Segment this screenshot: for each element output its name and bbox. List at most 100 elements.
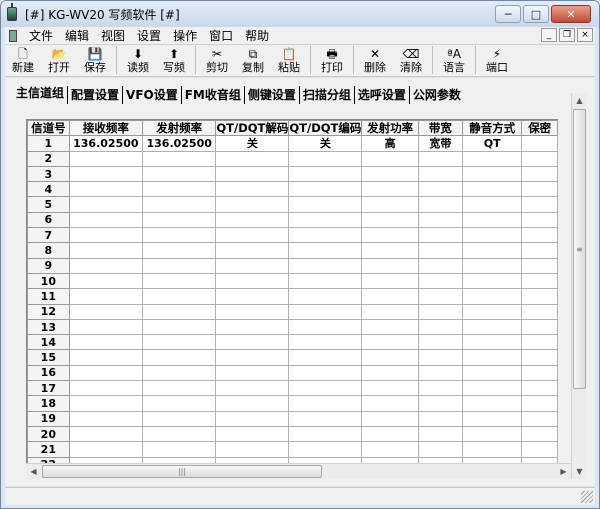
table-row[interactable]: 5 xyxy=(27,196,558,213)
grid-cell[interactable] xyxy=(215,349,290,366)
grid-cell[interactable] xyxy=(462,242,523,259)
grid-cell[interactable] xyxy=(142,196,217,213)
tab[interactable]: 选呼设置 xyxy=(353,86,409,104)
grid-cell[interactable] xyxy=(288,425,363,443)
grid-cell[interactable] xyxy=(361,181,419,198)
grid-cell[interactable] xyxy=(288,242,363,259)
menu-item[interactable]: 设置 xyxy=(131,27,167,44)
column-header[interactable]: 带宽 xyxy=(417,120,464,137)
grid-cell[interactable] xyxy=(462,227,523,244)
grid-cell[interactable] xyxy=(215,272,290,290)
grid-cell[interactable] xyxy=(142,318,217,336)
grid-cell[interactable]: 高 xyxy=(361,135,419,152)
grid-cell[interactable] xyxy=(142,211,217,229)
grid-cell[interactable] xyxy=(215,334,290,351)
grid-cell[interactable] xyxy=(215,410,290,427)
grid-cell[interactable] xyxy=(417,303,464,320)
grid-cell[interactable] xyxy=(361,211,419,229)
grid-cell[interactable] xyxy=(288,150,363,167)
grid-cell[interactable] xyxy=(288,334,363,351)
grid-cell[interactable] xyxy=(521,364,558,382)
grid-cell[interactable] xyxy=(361,227,419,244)
table-row[interactable]: 12 xyxy=(27,303,558,320)
grid-cell[interactable] xyxy=(521,395,558,412)
table-row[interactable]: 17 xyxy=(27,380,558,397)
grid-cell[interactable] xyxy=(417,364,464,382)
grid-cell[interactable] xyxy=(215,364,290,382)
scroll-left-arrow-icon[interactable]: ◀ xyxy=(26,464,41,479)
grid-cell[interactable] xyxy=(68,303,144,320)
table-row[interactable]: 2 xyxy=(27,150,558,167)
grid-cell[interactable] xyxy=(68,318,144,336)
grid-cell[interactable] xyxy=(142,165,217,183)
minimize-button[interactable]: ─ xyxy=(495,5,521,23)
grid-cell[interactable]: 关 xyxy=(215,135,290,152)
toolbar-button[interactable]: 🖶 打印 xyxy=(314,45,350,75)
toolbar-button[interactable]: 💾 保存 xyxy=(77,45,113,75)
grid-cell[interactable] xyxy=(361,288,419,305)
grid-cell[interactable] xyxy=(68,211,144,229)
grid-cell[interactable] xyxy=(142,257,217,274)
grid-cell[interactable] xyxy=(142,425,217,443)
grid-cell[interactable] xyxy=(215,227,290,244)
grid-cell[interactable] xyxy=(215,425,290,443)
grid-cell[interactable] xyxy=(521,425,558,443)
grid-cell[interactable] xyxy=(215,165,290,183)
toolbar-button[interactable]: 🗋 新建 xyxy=(5,45,41,75)
grid-cell[interactable] xyxy=(288,318,363,336)
grid-cell[interactable] xyxy=(288,227,363,244)
grid-cell[interactable] xyxy=(68,441,144,458)
grid-cell[interactable] xyxy=(142,288,217,305)
grid-cell[interactable] xyxy=(462,380,523,397)
grid-cell[interactable] xyxy=(361,380,419,397)
grid-cell[interactable] xyxy=(68,395,144,412)
grid-cell[interactable] xyxy=(215,441,290,458)
tab[interactable]: FM收音组 xyxy=(180,86,244,104)
grid-cell[interactable] xyxy=(417,196,464,213)
tab[interactable]: 主信道组 xyxy=(13,82,67,104)
grid-cell[interactable] xyxy=(288,303,363,320)
grid-cell[interactable] xyxy=(68,227,144,244)
grid-cell[interactable] xyxy=(521,380,558,397)
grid-cell[interactable] xyxy=(68,425,144,443)
column-header[interactable]: 保密 xyxy=(521,120,558,137)
table-row[interactable]: 8 xyxy=(27,242,558,259)
grid-cell[interactable] xyxy=(288,441,363,458)
grid-cell[interactable] xyxy=(142,410,217,427)
toolbar-button[interactable]: ⧉ 复制 xyxy=(235,45,271,75)
toolbar-button[interactable]: ⚡ 端口 xyxy=(479,45,515,75)
grid-cell[interactable]: 136.02500 xyxy=(142,135,217,152)
menu-item[interactable]: 编辑 xyxy=(59,27,95,44)
grid-cell[interactable] xyxy=(417,165,464,183)
grid-cell[interactable] xyxy=(288,181,363,198)
document-icon[interactable] xyxy=(9,29,17,42)
tab[interactable]: VFO设置 xyxy=(122,86,181,104)
grid-cell[interactable] xyxy=(361,150,419,167)
grid-cell[interactable] xyxy=(462,425,523,443)
grid-cell[interactable] xyxy=(521,441,558,458)
grid-cell[interactable] xyxy=(417,227,464,244)
grid-cell[interactable] xyxy=(462,150,523,167)
grid-cell[interactable] xyxy=(417,441,464,458)
grid-cell[interactable] xyxy=(417,318,464,336)
grid-cell[interactable] xyxy=(68,364,144,382)
maximize-button[interactable]: □ xyxy=(523,5,549,23)
grid-cell[interactable] xyxy=(288,349,363,366)
menu-item[interactable]: 视图 xyxy=(95,27,131,44)
grid-cell[interactable] xyxy=(215,318,290,336)
grid-cell[interactable] xyxy=(521,288,558,305)
table-row[interactable]: 18 xyxy=(27,395,558,412)
grid-cell[interactable] xyxy=(68,165,144,183)
grid-cell[interactable] xyxy=(462,211,523,229)
grid-cell[interactable] xyxy=(462,334,523,351)
grid-cell[interactable] xyxy=(417,257,464,274)
grid-cell[interactable] xyxy=(68,349,144,366)
grid-cell[interactable] xyxy=(361,349,419,366)
horizontal-scroll-thumb[interactable]: ||| xyxy=(42,465,322,478)
grid-cell[interactable] xyxy=(417,349,464,366)
grid-cell[interactable] xyxy=(462,288,523,305)
grid-cell[interactable] xyxy=(68,196,144,213)
grid-cell[interactable] xyxy=(361,318,419,336)
column-header[interactable]: 发射功率 xyxy=(361,120,419,137)
grid-cell[interactable] xyxy=(521,272,558,290)
